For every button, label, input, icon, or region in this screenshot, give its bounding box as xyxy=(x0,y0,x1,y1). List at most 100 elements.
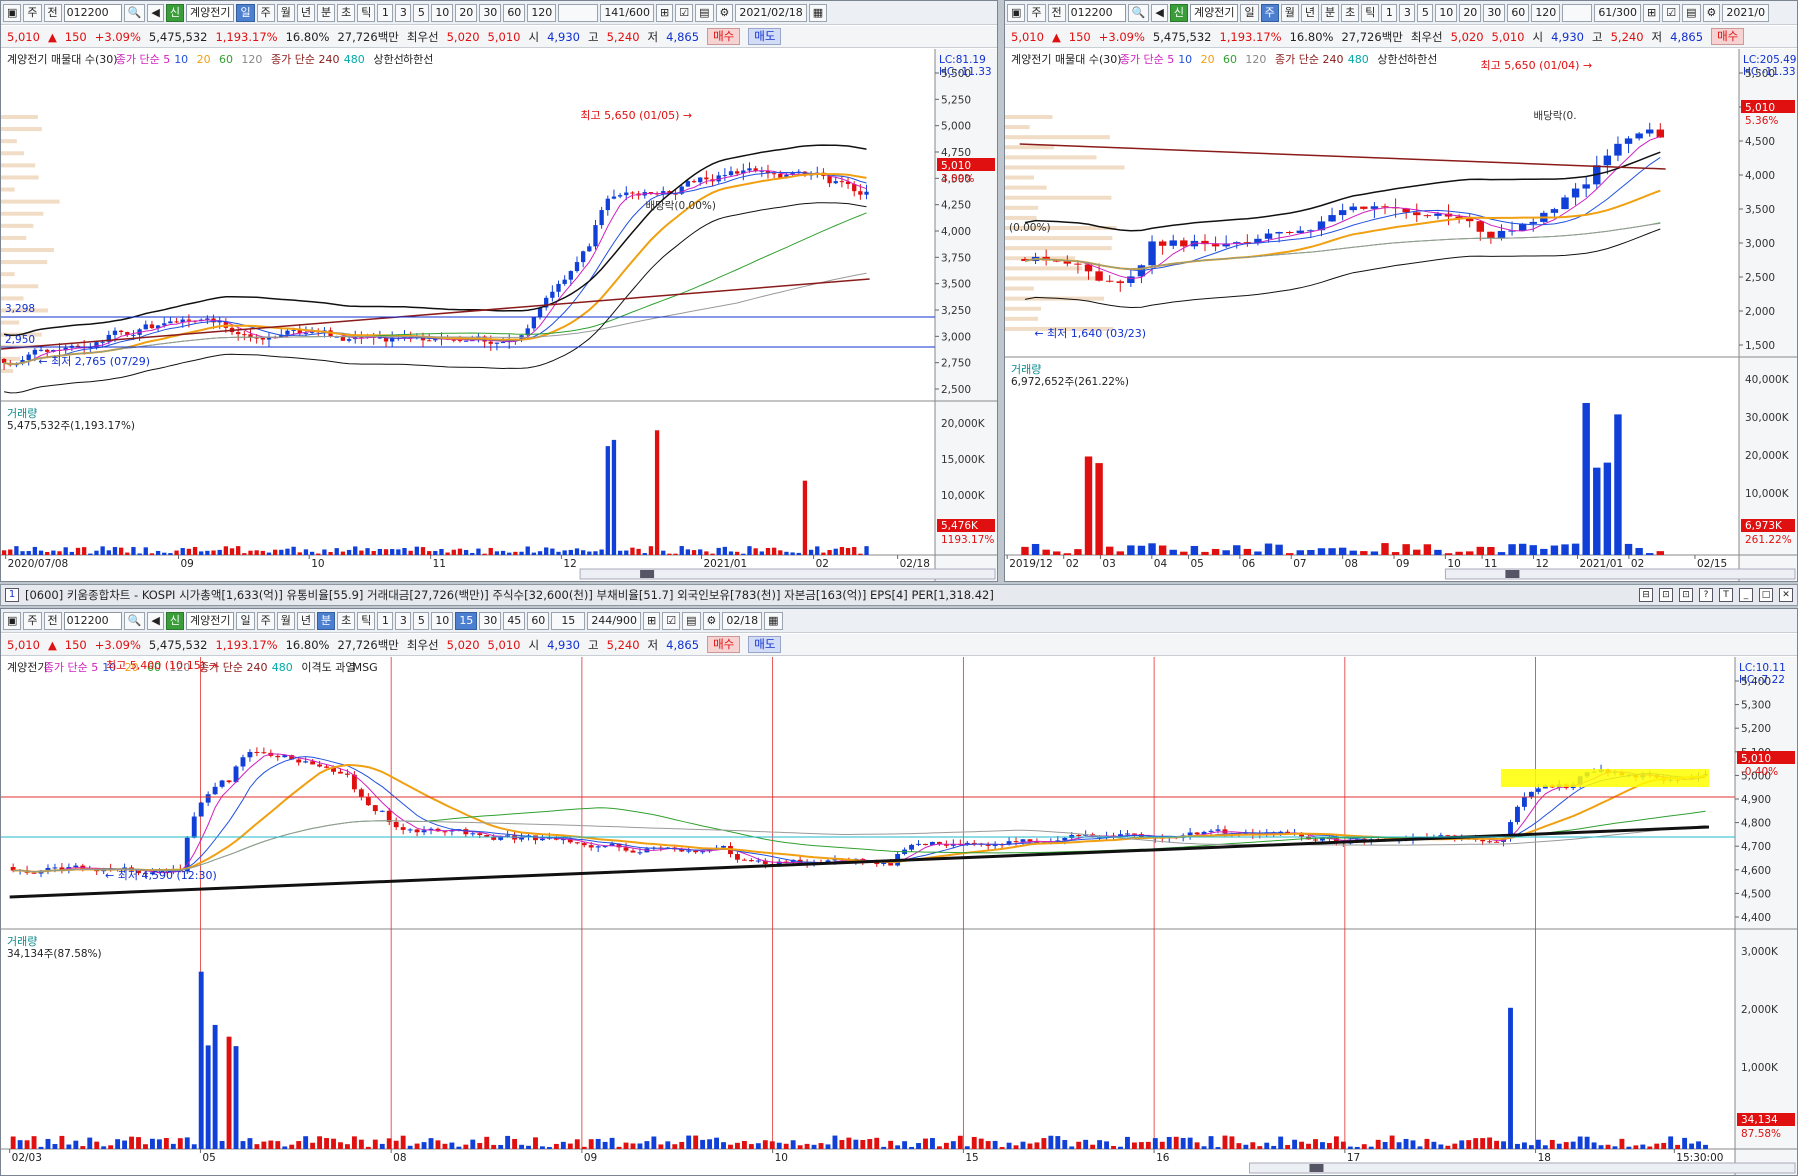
type-select[interactable]: 주 xyxy=(1027,3,1046,22)
period-month[interactable]: 월 xyxy=(276,611,295,630)
period-day[interactable]: 일 xyxy=(236,611,255,630)
search-icon[interactable]: 🔍 xyxy=(1127,3,1150,22)
grid-icon[interactable]: ⊞ xyxy=(643,611,661,630)
num-45[interactable]: 45 xyxy=(503,611,526,630)
num-60[interactable]: 60 xyxy=(503,3,526,22)
gear-icon[interactable]: ⚙ xyxy=(702,611,721,630)
num-1[interactable]: 1 xyxy=(377,3,394,22)
maximize-icon[interactable]: □ xyxy=(1759,588,1773,602)
num-1[interactable]: 1 xyxy=(1381,3,1398,22)
speaker-icon[interactable]: ◀ xyxy=(1151,3,1168,22)
date-input[interactable]: 02/18 xyxy=(722,611,763,630)
speaker-icon[interactable]: ◀ xyxy=(147,611,164,630)
num-3[interactable]: 3 xyxy=(395,611,412,630)
num-1[interactable]: 1 xyxy=(377,611,394,630)
period-input[interactable] xyxy=(558,3,599,22)
grid-icon[interactable]: ⊞ xyxy=(1643,3,1661,22)
num-60[interactable]: 60 xyxy=(1507,3,1530,22)
save-icon[interactable]: ▤ xyxy=(682,611,701,630)
num-15[interactable]: 15 xyxy=(455,611,478,630)
speaker-icon[interactable]: ◀ xyxy=(147,3,164,22)
num-20[interactable]: 20 xyxy=(455,3,478,22)
period-input[interactable] xyxy=(1562,3,1593,22)
num-5[interactable]: 5 xyxy=(1417,3,1434,22)
count-input[interactable]: 61/300 xyxy=(1594,3,1642,22)
calendar-icon[interactable]: ▦ xyxy=(764,611,783,630)
type-select[interactable]: 주 xyxy=(23,3,42,22)
price-chart[interactable]: 5,5005,2505,0004,7504,5004,2504,0003,750… xyxy=(1,49,997,581)
num-5[interactable]: 5 xyxy=(413,611,430,630)
period-tick[interactable]: 틱 xyxy=(357,3,376,22)
period-minute[interactable]: 분 xyxy=(316,3,336,22)
buy-button[interactable]: 매수 xyxy=(1711,28,1745,45)
help-icon[interactable]: ? xyxy=(1699,588,1713,602)
checkbox-icon[interactable]: ☑ xyxy=(675,3,694,22)
search-icon[interactable]: 🔍 xyxy=(123,611,146,630)
search-icon[interactable]: 🔍 xyxy=(123,3,146,22)
chart-icon[interactable]: ▣ xyxy=(1007,3,1026,22)
buy-button[interactable]: 매수 xyxy=(707,28,741,45)
calendar-icon[interactable]: ▦ xyxy=(808,3,828,22)
code-input[interactable]: 012200 xyxy=(63,3,122,22)
count-input[interactable]: 141/600 xyxy=(600,3,655,22)
num-3[interactable]: 3 xyxy=(395,3,412,22)
date-input[interactable]: 2021/02/18 xyxy=(735,3,807,22)
period-day[interactable]: 일 xyxy=(236,3,255,22)
period-month[interactable]: 월 xyxy=(1280,3,1299,22)
code-input[interactable]: 012200 xyxy=(1067,3,1126,22)
period-week[interactable]: 주 xyxy=(1260,3,1279,22)
save-icon[interactable]: ▤ xyxy=(1682,3,1701,22)
period-tick[interactable]: 틱 xyxy=(1361,3,1380,22)
num-60[interactable]: 60 xyxy=(527,611,550,630)
close-icon[interactable]: ✕ xyxy=(1779,588,1793,602)
ref-select[interactable]: 전 xyxy=(43,611,62,630)
date-input[interactable]: 2021/0 xyxy=(1722,3,1770,22)
period-tick[interactable]: 틱 xyxy=(357,611,376,630)
gear-icon[interactable]: ⚙ xyxy=(1702,3,1721,22)
period-week[interactable]: 주 xyxy=(256,3,275,22)
num-10[interactable]: 10 xyxy=(431,611,454,630)
chart-icon[interactable]: ▣ xyxy=(3,3,22,22)
sell-button[interactable]: 매도 xyxy=(748,28,782,45)
num-10[interactable]: 10 xyxy=(431,3,454,22)
num-30[interactable]: 30 xyxy=(479,3,502,22)
num-30[interactable]: 30 xyxy=(1483,3,1506,22)
gear-icon[interactable]: ⚙ xyxy=(715,3,734,22)
pin-icon[interactable]: T xyxy=(1719,588,1733,602)
interval-input[interactable]: 15 xyxy=(551,611,586,630)
num-10[interactable]: 10 xyxy=(1435,3,1458,22)
price-chart[interactable]: 5,5005,0004,5004,0003,5003,0002,5002,000… xyxy=(1005,49,1797,581)
link-icon[interactable]: ⊟ xyxy=(1639,588,1653,602)
type-select[interactable]: 주 xyxy=(23,611,42,630)
save-icon[interactable]: ▤ xyxy=(695,3,714,22)
period-week[interactable]: 주 xyxy=(256,611,275,630)
period-second[interactable]: 초 xyxy=(337,3,356,22)
period-minute[interactable]: 분 xyxy=(316,611,336,630)
period-year[interactable]: 년 xyxy=(296,3,315,22)
code-input[interactable]: 012200 xyxy=(63,611,122,630)
copy-icon[interactable]: ⊡ xyxy=(1659,588,1673,602)
link2-icon[interactable]: ⊡ xyxy=(1679,588,1693,602)
num-3[interactable]: 3 xyxy=(1399,3,1416,22)
chart-icon[interactable]: ▣ xyxy=(3,611,22,630)
num-30[interactable]: 30 xyxy=(479,611,502,630)
sell-button[interactable]: 매도 xyxy=(748,636,782,653)
minimize-icon[interactable]: _ xyxy=(1739,588,1753,602)
period-year[interactable]: 년 xyxy=(1300,3,1319,22)
buy-button[interactable]: 매수 xyxy=(707,636,741,653)
num-20[interactable]: 20 xyxy=(1459,3,1482,22)
period-month[interactable]: 월 xyxy=(276,3,295,22)
period-minute[interactable]: 분 xyxy=(1320,3,1340,22)
period-second[interactable]: 초 xyxy=(1341,3,1360,22)
grid-icon[interactable]: ⊞ xyxy=(656,3,674,22)
ref-select[interactable]: 전 xyxy=(1047,3,1066,22)
num-120[interactable]: 120 xyxy=(527,3,557,22)
count-input[interactable]: 244/900 xyxy=(587,611,642,630)
num-120[interactable]: 120 xyxy=(1531,3,1561,22)
ref-select[interactable]: 전 xyxy=(43,3,62,22)
checkbox-icon[interactable]: ☑ xyxy=(1662,3,1681,22)
price-chart[interactable]: 5,4005,3005,2005,1005,0004,9004,8004,700… xyxy=(1,657,1797,1175)
checkbox-icon[interactable]: ☑ xyxy=(662,611,681,630)
period-second[interactable]: 초 xyxy=(337,611,356,630)
num-5[interactable]: 5 xyxy=(413,3,430,22)
